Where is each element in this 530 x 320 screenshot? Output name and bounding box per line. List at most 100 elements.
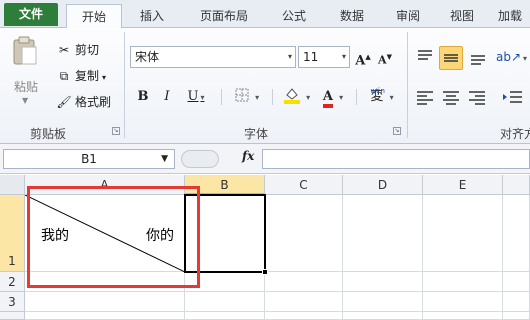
tab-formulas[interactable]: 公式 [272, 4, 316, 28]
font-launcher-icon[interactable]: ↘ [393, 127, 401, 135]
align-right-button[interactable] [466, 86, 488, 108]
fx-icon[interactable]: fx [242, 149, 254, 163]
cell-d4[interactable] [343, 312, 423, 320]
font-name-select[interactable]: 宋体 ▾ [130, 46, 296, 68]
chevron-down-icon: ▾ [341, 52, 346, 61]
grow-font-icon: A [355, 53, 366, 69]
cell-a4[interactable] [25, 312, 185, 320]
column-header-d[interactable]: D [343, 175, 423, 195]
align-bottom-button[interactable] [467, 46, 489, 68]
cell-e1[interactable] [423, 195, 503, 272]
cell-b2[interactable] [185, 272, 265, 292]
column-header-c[interactable]: C [265, 175, 343, 195]
fill-color-button[interactable] [282, 86, 312, 108]
row-header-3[interactable]: 3 [0, 292, 25, 312]
align-center-button[interactable] [440, 86, 462, 108]
clipboard-launcher-icon[interactable]: ↘ [112, 127, 120, 135]
copy-label: 复制 [75, 69, 100, 83]
align-center-icon [443, 91, 459, 105]
chevron-down-icon: ▼ [161, 154, 168, 164]
tab-insert[interactable]: 插入 [130, 4, 174, 28]
cut-label: 剪切 [75, 43, 100, 57]
tab-home[interactable]: 开始 [66, 4, 122, 29]
shrink-font-button[interactable]: A▼ [376, 46, 394, 68]
copy-button[interactable]: ⧉ 复制 ▾ [56, 66, 106, 86]
column-header-b[interactable]: B [185, 175, 265, 195]
phonetic-button[interactable]: wén 変 [364, 86, 400, 108]
name-box[interactable]: B1 ▼ [3, 149, 175, 169]
divider [356, 89, 357, 105]
orientation-button[interactable]: ab↗ [496, 46, 526, 68]
align-left-button[interactable] [414, 86, 436, 108]
bold-icon: B [137, 89, 149, 104]
cell-b3[interactable] [185, 292, 265, 312]
borders-button[interactable] [232, 86, 262, 108]
cell-e2[interactable] [423, 272, 503, 292]
cell-a1[interactable]: 我的 你的 [25, 195, 185, 272]
grow-font-button[interactable]: A▲ [354, 46, 372, 68]
cell-f3[interactable] [503, 292, 530, 312]
column-header-partial[interactable] [503, 175, 530, 195]
row-header-1[interactable]: 1 [0, 195, 25, 272]
font-size-select[interactable]: 11 ▾ [298, 46, 350, 68]
cut-icon: ✂ [58, 43, 70, 57]
align-top-button[interactable] [414, 46, 436, 68]
cell-d2[interactable] [343, 272, 423, 292]
cell-f2[interactable] [503, 272, 530, 292]
format-painter-button[interactable]: 🖌 格式刷 [56, 92, 111, 112]
align-bottom-icon [471, 55, 485, 65]
cell-a3[interactable] [25, 292, 185, 312]
ribbon-home: 粘贴 ▼ ✂ 剪切 ⧉ 复制 ▾ 🖌 格式刷 剪贴板 ↘ 宋体 ▾ 11 ▾ A▲ A▼… [0, 28, 530, 144]
tab-review[interactable]: 审阅 [386, 4, 430, 28]
indent-icon [503, 91, 522, 103]
cell-c3[interactable] [265, 292, 343, 312]
font-color-button[interactable]: A [318, 86, 348, 108]
indent-button[interactable] [500, 86, 524, 108]
row-header-partial[interactable] [0, 312, 25, 320]
tab-addins[interactable]: 加载 [498, 4, 530, 28]
chevron-down-icon: ▼ [22, 96, 29, 105]
tab-page-layout[interactable]: 页面布局 [188, 4, 260, 28]
tab-data[interactable]: 数据 [330, 4, 374, 28]
column-header-e[interactable]: E [423, 175, 503, 195]
excel-window: 文件 开始 插入 页面布局 公式 数据 审阅 视图 加载 粘贴 ▼ ✂ 剪切 ⧉ 复… [0, 0, 530, 320]
underline-button[interactable]: U [182, 86, 210, 108]
formula-divider-grip[interactable] [181, 150, 219, 168]
align-middle-button[interactable] [439, 46, 463, 70]
cell-b4[interactable] [185, 312, 265, 320]
cell-c2[interactable] [265, 272, 343, 292]
orientation-icon: ab↗ [496, 50, 522, 64]
bold-button[interactable]: B [134, 86, 152, 108]
cell-f4[interactable] [503, 312, 530, 320]
align-right-icon [469, 91, 485, 105]
cell-b1[interactable] [185, 195, 265, 272]
font-group-label: 字体 [244, 127, 269, 141]
align-top-icon [418, 50, 432, 60]
cell-c1[interactable] [265, 195, 343, 272]
borders-icon [235, 88, 249, 102]
cell-d3[interactable] [343, 292, 423, 312]
italic-button[interactable]: I [158, 86, 176, 108]
tab-view[interactable]: 视图 [440, 4, 484, 28]
cell-d1[interactable] [343, 195, 423, 272]
row-header-2[interactable]: 2 [0, 272, 25, 292]
cell-e4[interactable] [423, 312, 503, 320]
cell-c4[interactable] [265, 312, 343, 320]
fill-handle[interactable] [262, 269, 268, 275]
column-header-a[interactable]: A [25, 175, 185, 195]
font-color-icon: A [322, 90, 333, 108]
select-all-corner[interactable] [0, 175, 25, 195]
format-painter-icon: 🖌 [56, 95, 72, 109]
formula-input[interactable] [262, 149, 530, 169]
font-size-value: 11 [303, 50, 319, 64]
align-middle-icon [444, 54, 458, 62]
name-box-value: B1 [81, 152, 97, 166]
paste-icon [13, 36, 37, 65]
cell-e3[interactable] [423, 292, 503, 312]
cut-button[interactable]: ✂ 剪切 [56, 40, 99, 60]
cell-f1[interactable] [503, 195, 530, 272]
tab-file[interactable]: 文件 [4, 3, 58, 26]
cell-a2[interactable] [25, 272, 185, 292]
chevron-down-icon: ▾ [287, 52, 292, 61]
group-divider [407, 32, 408, 138]
